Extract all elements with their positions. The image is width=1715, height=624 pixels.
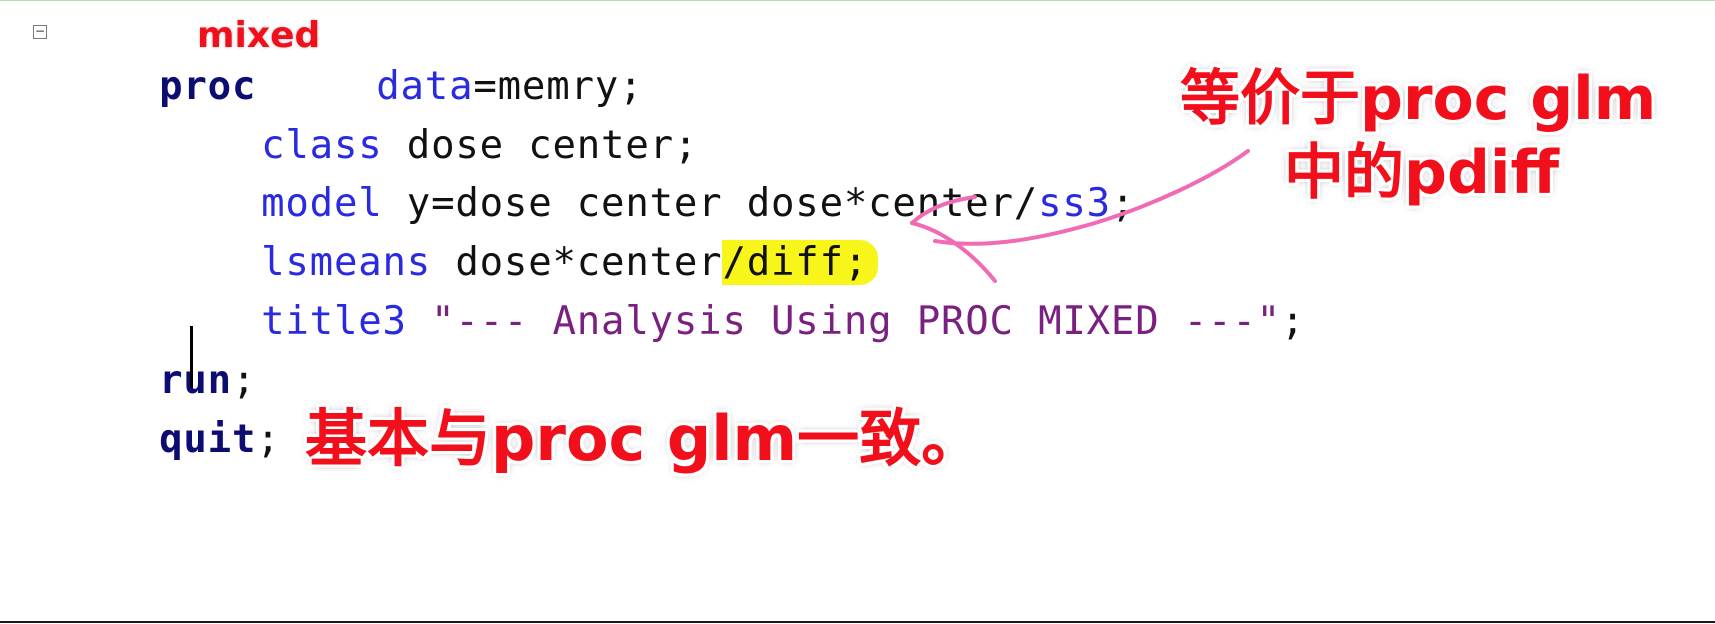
code-line-4[interactable]: lsmeans dose*center/diff;	[164, 191, 879, 285]
annotation-equivalent-glm: 等价于proc glm	[1180, 64, 1657, 134]
code-line-1[interactable]: proc data=memry;	[62, 15, 643, 109]
code-line-6[interactable]: run;	[62, 309, 256, 403]
keyword-quit: quit	[159, 417, 257, 462]
code-line-2[interactable]: class dose center;	[164, 74, 698, 168]
code-line-3[interactable]: model y=dose center dose*center/ss3;	[164, 132, 1135, 226]
code-line-7[interactable]: quit;	[62, 368, 281, 462]
title-string: "--- Analysis Using PROC MIXED ---"	[431, 299, 1281, 344]
annotation-pdiff: 中的pdiff	[1284, 138, 1560, 208]
code-line-5[interactable]: title3 "--- Analysis Using PROC MIXED --…	[164, 250, 1305, 344]
keyword-title3: title3	[261, 299, 407, 344]
annotation-summary: 基本与proc glm一致。	[305, 402, 984, 475]
mixed-overlay-label: mixed	[193, 15, 325, 59]
text-cursor	[190, 326, 193, 388]
option-ss3: ss3	[1038, 181, 1111, 226]
code-editor[interactable]: − proc data=memry; class dose center; mod…	[0, 0, 1715, 623]
fold-collapse-icon[interactable]: −	[33, 25, 47, 39]
